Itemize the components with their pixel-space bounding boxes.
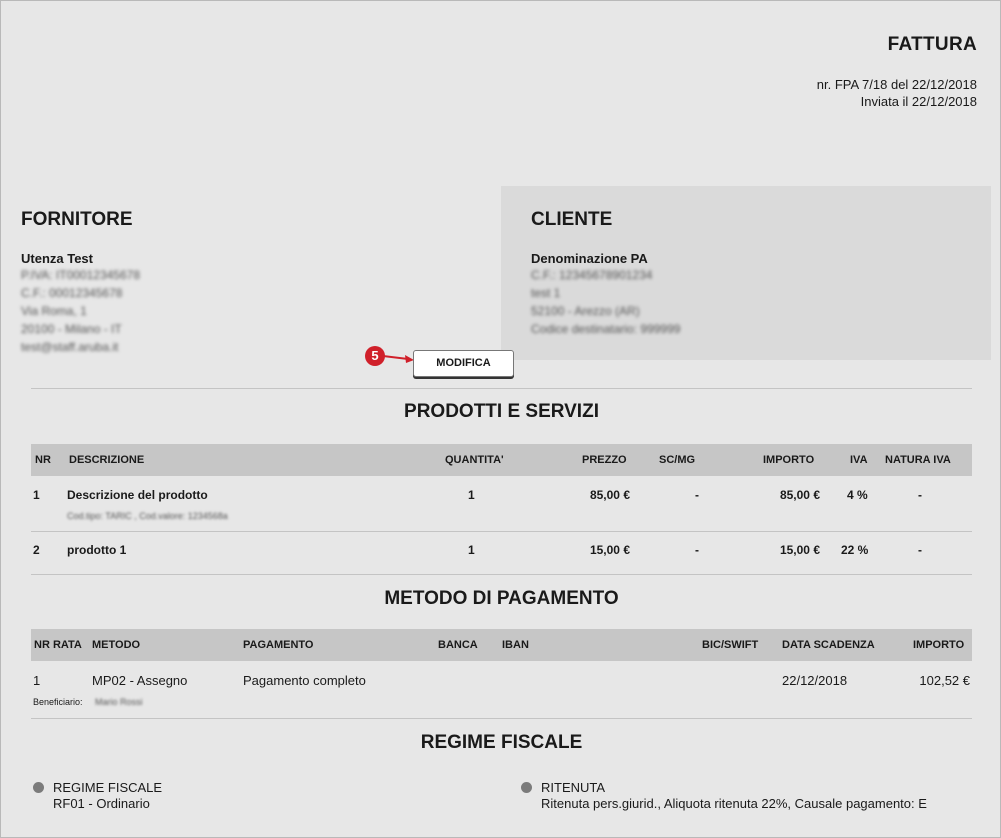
ritenuta-label: RITENUTA — [541, 780, 606, 795]
col-iban: IBAN — [502, 639, 529, 651]
col-prezzo: PREZZO — [582, 454, 627, 466]
col-natura-iva: NATURA IVA — [885, 454, 951, 466]
invoice-meta: nr. FPA 7/18 del 22/12/2018 Inviata il 2… — [817, 76, 977, 110]
cliente-details: C.F.: 12345678901234 test 1 52100 - Arez… — [531, 266, 680, 338]
cliente-detail: Codice destinatario: 999999 — [531, 322, 681, 336]
col-iva: IVA — [850, 454, 868, 466]
row-importo: 102,52 € — [919, 673, 970, 688]
row-natura-iva: - — [918, 488, 922, 502]
invoice-sent-date: Inviata il 22/12/2018 — [860, 94, 977, 109]
products-title: PRODOTTI E SERVIZI — [404, 401, 599, 422]
row-prezzo: 85,00 € — [589, 488, 630, 502]
row-scmg: - — [695, 488, 699, 502]
col-descrizione: DESCRIZIONE — [69, 454, 145, 466]
regime-fiscale-block: REGIME FISCALE RF01 - Ordinario — [53, 780, 162, 812]
row-scmg: - — [695, 543, 699, 557]
ritenuta-value: Ritenuta pers.giurid., Aliquota ritenuta… — [541, 796, 927, 811]
fornitore-detail: P.IVA: IT00012345678 — [21, 268, 140, 282]
regime-fiscale-label: REGIME FISCALE — [53, 780, 163, 795]
row-data-scadenza: 22/12/2018 — [782, 673, 848, 688]
row-natura-iva: - — [918, 543, 922, 557]
row-nr: 1 — [33, 488, 40, 502]
col-importo: IMPORTO — [913, 639, 965, 651]
row-sub-description: Cod.tipo: TARIC , Cod.valore: 1234568a — [67, 511, 228, 521]
col-quantita: QUANTITA' — [445, 454, 504, 466]
row-nr: 2 — [33, 543, 40, 557]
fornitore-detail: C.F.: 00012345678 — [21, 286, 123, 300]
ritenuta-block: RITENUTA Ritenuta pers.giurid., Aliquota… — [541, 780, 927, 812]
payment-table-header: NR RATA METODO PAGAMENTO BANCA IBAN BIC/… — [31, 629, 972, 661]
regime-fiscale-value: RF01 - Ordinario — [53, 796, 150, 811]
col-nr-rata: NR RATA — [34, 639, 82, 651]
col-banca: BANCA — [438, 639, 478, 651]
cliente-title: CLIENTE — [531, 209, 613, 230]
row-descrizione: Descrizione del prodotto — [67, 488, 208, 502]
cliente-detail: test 1 — [531, 286, 561, 300]
cliente-detail: C.F.: 12345678901234 — [531, 268, 653, 282]
divider — [31, 574, 972, 575]
beneficiario-value: Mario Rossi — [95, 697, 143, 707]
products-table-header: NR DESCRIZIONE QUANTITA' PREZZO SC/MG IM… — [31, 444, 972, 476]
row-descrizione: prodotto 1 — [67, 543, 127, 557]
payment-title: METODO DI PAGAMENTO — [384, 588, 619, 609]
row-importo: 85,00 € — [779, 488, 820, 502]
col-data-scadenza: DATA SCADENZA — [782, 639, 875, 651]
bullet-icon — [521, 782, 532, 793]
row-quantita: 1 — [468, 488, 475, 502]
cliente-detail: 52100 - Arezzo (AR) — [531, 304, 640, 318]
col-bic-swift: BIC/SWIFT — [702, 639, 759, 651]
row-pagamento: Pagamento completo — [243, 673, 366, 688]
fornitore-title: FORNITORE — [21, 209, 133, 230]
fornitore-name: Utenza Test — [21, 251, 93, 266]
row-importo: 15,00 € — [779, 543, 820, 557]
col-scmg: SC/MG — [659, 454, 696, 466]
row-prezzo: 15,00 € — [589, 543, 630, 557]
fornitore-detail: Via Roma, 1 — [21, 304, 87, 318]
regime-title: REGIME FISCALE — [420, 732, 583, 753]
divider — [31, 388, 972, 389]
fornitore-detail: 20100 - Milano - IT — [21, 322, 122, 336]
row-metodo: MP02 - Assegno — [92, 673, 188, 688]
divider — [31, 531, 972, 532]
col-nr: NR — [35, 454, 51, 466]
col-importo: IMPORTO — [763, 454, 815, 466]
row-iva: 22 % — [841, 543, 869, 557]
col-metodo: METODO — [92, 639, 141, 651]
row-nr-rata: 1 — [33, 673, 41, 688]
cliente-name: Denominazione PA — [531, 251, 648, 266]
col-pagamento: PAGAMENTO — [243, 639, 314, 651]
arrow-right-icon — [383, 355, 414, 363]
step-marker: 5 — [365, 346, 385, 366]
beneficiario-label: Beneficiario: — [33, 697, 83, 707]
divider — [31, 718, 972, 719]
row-quantita: 1 — [468, 543, 475, 557]
invoice-title: FATTURA — [887, 34, 977, 55]
invoice-number: nr. FPA 7/18 del 22/12/2018 — [816, 77, 977, 92]
fornitore-details: P.IVA: IT00012345678 C.F.: 00012345678 V… — [21, 266, 140, 356]
bullet-icon — [33, 782, 44, 793]
modifica-button[interactable]: MODIFICA — [413, 350, 514, 377]
row-iva: 4 % — [847, 488, 868, 502]
fornitore-detail: test@staff.aruba.it — [21, 340, 119, 354]
